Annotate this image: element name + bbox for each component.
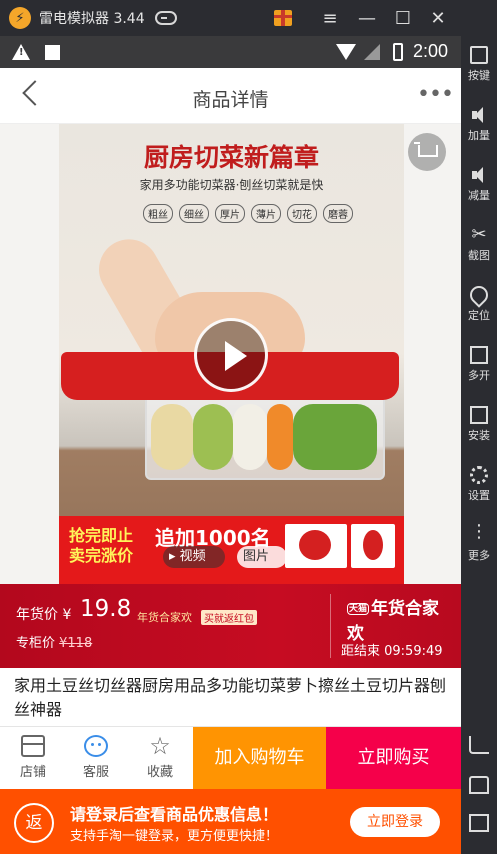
login-promo-banner: 返 请登录后查看商品优惠信息！ 支持手淘一键登录，更方便更快捷！ 立即登录 — [0, 789, 461, 854]
maximize-icon[interactable]: ☐ — [386, 0, 420, 36]
sidebar-item-settings[interactable]: 设置 — [461, 466, 497, 503]
sidebar-item-more[interactable]: ⋮ 更多 — [461, 521, 497, 563]
product-title: 家用土豆丝切丝器厨房用品多功能切菜萝卜擦丝土豆切片器刨丝神器 — [0, 668, 461, 726]
sidebar-item-install[interactable]: 安装 — [461, 406, 497, 443]
star-icon: ☆ — [149, 732, 171, 760]
banner-thumb-peeler — [351, 524, 395, 568]
sliced-radish — [233, 404, 267, 470]
bottom-action-bar: 店铺 客服 ☆ 收藏 加入购物车 立即购买 — [0, 726, 461, 790]
volume-up-icon — [470, 106, 488, 124]
promo-headline: 请登录后查看商品优惠信息！ — [70, 805, 279, 824]
feature-tag: 薄片 — [251, 204, 281, 223]
media-tabs: ▸ 视频 图片 — [163, 546, 300, 568]
image-headline: 厨房切菜新篇章 — [143, 143, 319, 172]
screen: ⚡ 雷电模拟器 3.44 ≡ — ☐ ✕ ! 2:00 商品详情 ••• 厨房切… — [0, 0, 497, 854]
menu-icon[interactable]: ≡ — [313, 0, 347, 36]
feature-tag: 粗丝 — [143, 204, 173, 223]
more-dots-icon: ⋮ — [470, 521, 488, 542]
customer-service-button[interactable]: 客服 — [71, 735, 121, 780]
store-icon — [21, 735, 45, 757]
page-title: 商品详情 — [192, 89, 269, 111]
counter-price: 专柜价 ¥118 — [16, 636, 93, 651]
status-time: 2:00 — [413, 41, 449, 61]
location-pin-icon — [466, 282, 492, 308]
event-label: 年货合家欢 — [137, 611, 192, 624]
keyboard-icon — [470, 46, 488, 64]
buy-now-button[interactable]: 立即购买 — [326, 727, 461, 790]
nav-recent-apps-icon[interactable] — [469, 814, 489, 832]
nav-home-icon[interactable] — [469, 776, 489, 794]
sidebar-item-volume-down[interactable]: 减量 — [461, 166, 497, 203]
gear-icon — [470, 466, 488, 484]
sliced-greens — [293, 404, 377, 470]
sidebar-item-screenshot[interactable]: ✂ 截图 — [461, 226, 497, 263]
sliced-cucumber — [193, 404, 233, 470]
feature-tag: 切花 — [287, 204, 317, 223]
gift-icon[interactable] — [266, 0, 300, 36]
store-button[interactable]: 店铺 — [8, 735, 58, 780]
favorite-button[interactable]: ☆ 收藏 — [135, 732, 185, 780]
battery-charging-icon — [393, 43, 403, 61]
gamepad-icon[interactable] — [154, 11, 177, 25]
add-to-cart-button[interactable]: 加入购物车 — [193, 727, 326, 790]
more-options-icon[interactable]: ••• — [417, 84, 454, 106]
volume-down-icon — [470, 166, 488, 184]
tmall-festival-logo: 天猫 年货合家欢 — [347, 599, 439, 644]
price-value: 19.8 — [80, 596, 132, 622]
image-subhead: 家用多功能切菜器·刨丝切菜就是快 — [139, 178, 324, 192]
feature-tag: 厚片 — [215, 204, 245, 223]
rebate-icon: 返 — [14, 803, 54, 843]
emulator-title-bar: ⚡ 雷电模拟器 3.44 ≡ — ☐ ✕ — [0, 0, 497, 36]
sidebar-item-keys[interactable]: 按键 — [461, 46, 497, 83]
promo-subtext: 支持手淘一键登录，更方便更快捷！ — [70, 829, 279, 844]
countdown-timer: 距结束 09:59:49 — [341, 644, 443, 659]
emulator-sidebar: 按键 加量 减量 ✂ 截图 定位 多开 安装 设置 ⋮ 更多 — [461, 36, 497, 854]
price-bar: 年货价 ¥ 19.8 年货合家欢 买就返红包 专柜价 ¥118 天猫 年货合家欢 … — [0, 584, 461, 668]
feature-tag: 细丝 — [179, 204, 209, 223]
price-divider — [330, 594, 331, 658]
feature-tags: 粗丝 细丝 厚片 薄片 切花 磨蓉 — [143, 204, 353, 223]
login-button[interactable]: 立即登录 — [350, 807, 440, 837]
multi-instance-icon — [470, 346, 488, 364]
sidebar-item-location[interactable]: 定位 — [461, 282, 497, 323]
wifi-icon — [336, 44, 356, 60]
emulator-logo-icon: ⚡ — [9, 7, 31, 29]
sliced-carrot — [267, 404, 293, 470]
sliced-potato — [151, 404, 193, 470]
shopping-cart-icon[interactable] — [408, 133, 446, 171]
nav-back-icon[interactable] — [469, 736, 489, 754]
notification-square-icon — [45, 45, 60, 60]
feature-tag: 磨蓉 — [323, 204, 353, 223]
apk-install-icon — [470, 406, 488, 424]
sidebar-item-multi[interactable]: 多开 — [461, 346, 497, 383]
tab-photo[interactable]: 图片 — [237, 546, 287, 568]
warning-icon: ! — [12, 44, 30, 60]
emulator-title: 雷电模拟器 3.44 — [39, 11, 145, 27]
close-icon[interactable]: ✕ — [421, 0, 455, 36]
tab-video[interactable]: ▸ 视频 — [163, 546, 225, 568]
product-image[interactable]: 厨房切菜新篇章 家用多功能切菜器·刨丝切菜就是快 粗丝 细丝 厚片 薄片 切花 … — [59, 124, 404, 584]
play-video-icon[interactable] — [194, 318, 268, 392]
red-envelope-badge: 买就返红包 — [201, 610, 257, 625]
customer-service-icon — [84, 735, 108, 757]
android-status-bar: ! 2:00 — [0, 36, 461, 68]
no-signal-icon — [364, 44, 380, 60]
app-header: 商品详情 ••• — [0, 68, 461, 124]
banner-left-text: 抢完即止 卖完涨价 — [69, 526, 134, 565]
sidebar-item-volume-up[interactable]: 加量 — [461, 106, 497, 143]
scissors-icon: ✂ — [471, 224, 487, 245]
minimize-icon[interactable]: — — [350, 0, 384, 36]
price-label: 年货价 ¥ — [16, 607, 72, 623]
